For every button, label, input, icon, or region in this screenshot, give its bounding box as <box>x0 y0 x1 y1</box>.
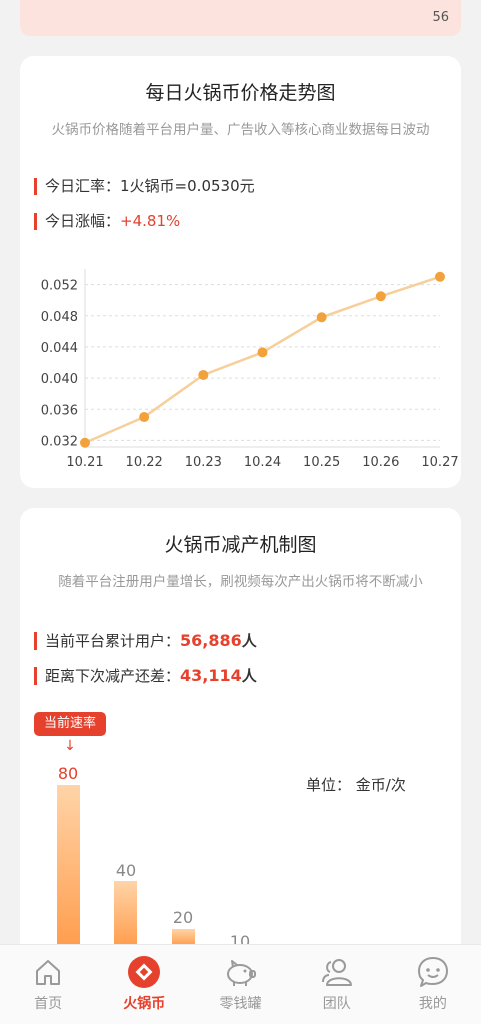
y-tick-label: 0.048 <box>41 310 78 325</box>
unit-note: 单位： 金币/次 <box>306 776 406 794</box>
rate-bar <box>114 881 137 945</box>
x-tick-label: 10.26 <box>362 455 399 470</box>
tab-team-label: 团队 <box>322 996 351 1012</box>
tab-profile[interactable]: 我的 <box>385 945 481 1024</box>
total-users-row: 当前平台累计用户：56,886人 <box>34 632 257 650</box>
bar-label: 40 <box>115 861 137 880</box>
x-tick-label: 10.25 <box>303 455 340 470</box>
profile-icon <box>416 955 450 989</box>
tab-piggy-bank-label: 零钱罐 <box>219 996 262 1012</box>
x-tick-label: 10.23 <box>185 455 222 470</box>
next-reduction-value: 43,114 <box>180 666 242 685</box>
team-icon <box>320 955 354 989</box>
price-point <box>139 412 150 423</box>
y-tick-label: 0.040 <box>41 372 78 387</box>
price-point <box>435 271 445 282</box>
x-tick-label: 10.21 <box>66 455 103 470</box>
price-point <box>375 291 386 302</box>
y-tick-label: 0.032 <box>41 434 78 449</box>
tab-piggy-bank[interactable]: 零钱罐 <box>192 945 288 1024</box>
down-arrow-icon: ↓ <box>64 738 76 754</box>
current-rate-badge: 当前速率 <box>34 712 106 736</box>
piggy-bank-icon <box>224 955 258 989</box>
total-users-label: 当前平台累计用户： <box>45 632 181 650</box>
price-point <box>198 369 209 380</box>
top-banner-strip: 56 <box>20 0 461 36</box>
home-icon <box>31 955 65 989</box>
tab-hotpot-coin[interactable]: 火锅币 <box>96 945 192 1024</box>
rate-bar <box>57 785 80 945</box>
price-series-line <box>84 275 441 444</box>
bar-label: 20 <box>172 908 194 927</box>
price-line-chart: 0.032 0.036 0.040 0.044 0.048 0.052 10.21 10.22… <box>41 269 459 470</box>
tab-profile-label: 我的 <box>418 996 447 1012</box>
price-point <box>80 437 90 448</box>
x-tick-label: 10.27 <box>421 455 458 470</box>
x-tick-label: 10.24 <box>244 455 281 470</box>
next-reduction-row: 距离下次减产还差：43,114人 <box>34 667 257 685</box>
price-point <box>316 312 327 323</box>
reduction-card-subtitle: 随着平台注册用户量增长，刷视频每次产出火锅币将不断减小 <box>58 574 423 590</box>
reduction-card-title: 火锅币减产机制图 <box>164 534 317 556</box>
rate-bar <box>172 929 195 945</box>
next-reduction-unit: 人 <box>241 667 257 685</box>
y-tick-label: 0.036 <box>41 403 78 418</box>
price-trend-card: 每日火锅币价格走势图 火锅币价格随着平台用户量、广告收入等核心商业数据每日波动 … <box>20 56 461 488</box>
total-users-unit: 人 <box>241 632 257 650</box>
total-users-value: 56,886 <box>180 631 242 650</box>
price-point <box>257 347 268 358</box>
tab-home[interactable]: 首页 <box>0 945 96 1024</box>
bottom-tab-bar: 首页 火锅币 零钱罐 团队 我的 <box>0 944 481 1024</box>
hotpot-coin-icon <box>127 955 161 989</box>
tab-team[interactable]: 团队 <box>289 945 385 1024</box>
tab-hotpot-coin-label: 火锅币 <box>123 996 166 1012</box>
y-tick-label: 0.044 <box>41 341 78 356</box>
notification-count: 56 <box>432 10 449 25</box>
next-reduction-label: 距离下次减产还差： <box>45 667 181 685</box>
tab-home-label: 首页 <box>34 996 63 1012</box>
x-tick-label: 10.22 <box>126 455 163 470</box>
y-tick-label: 0.052 <box>41 279 78 294</box>
bar-label: 80 <box>57 764 79 783</box>
